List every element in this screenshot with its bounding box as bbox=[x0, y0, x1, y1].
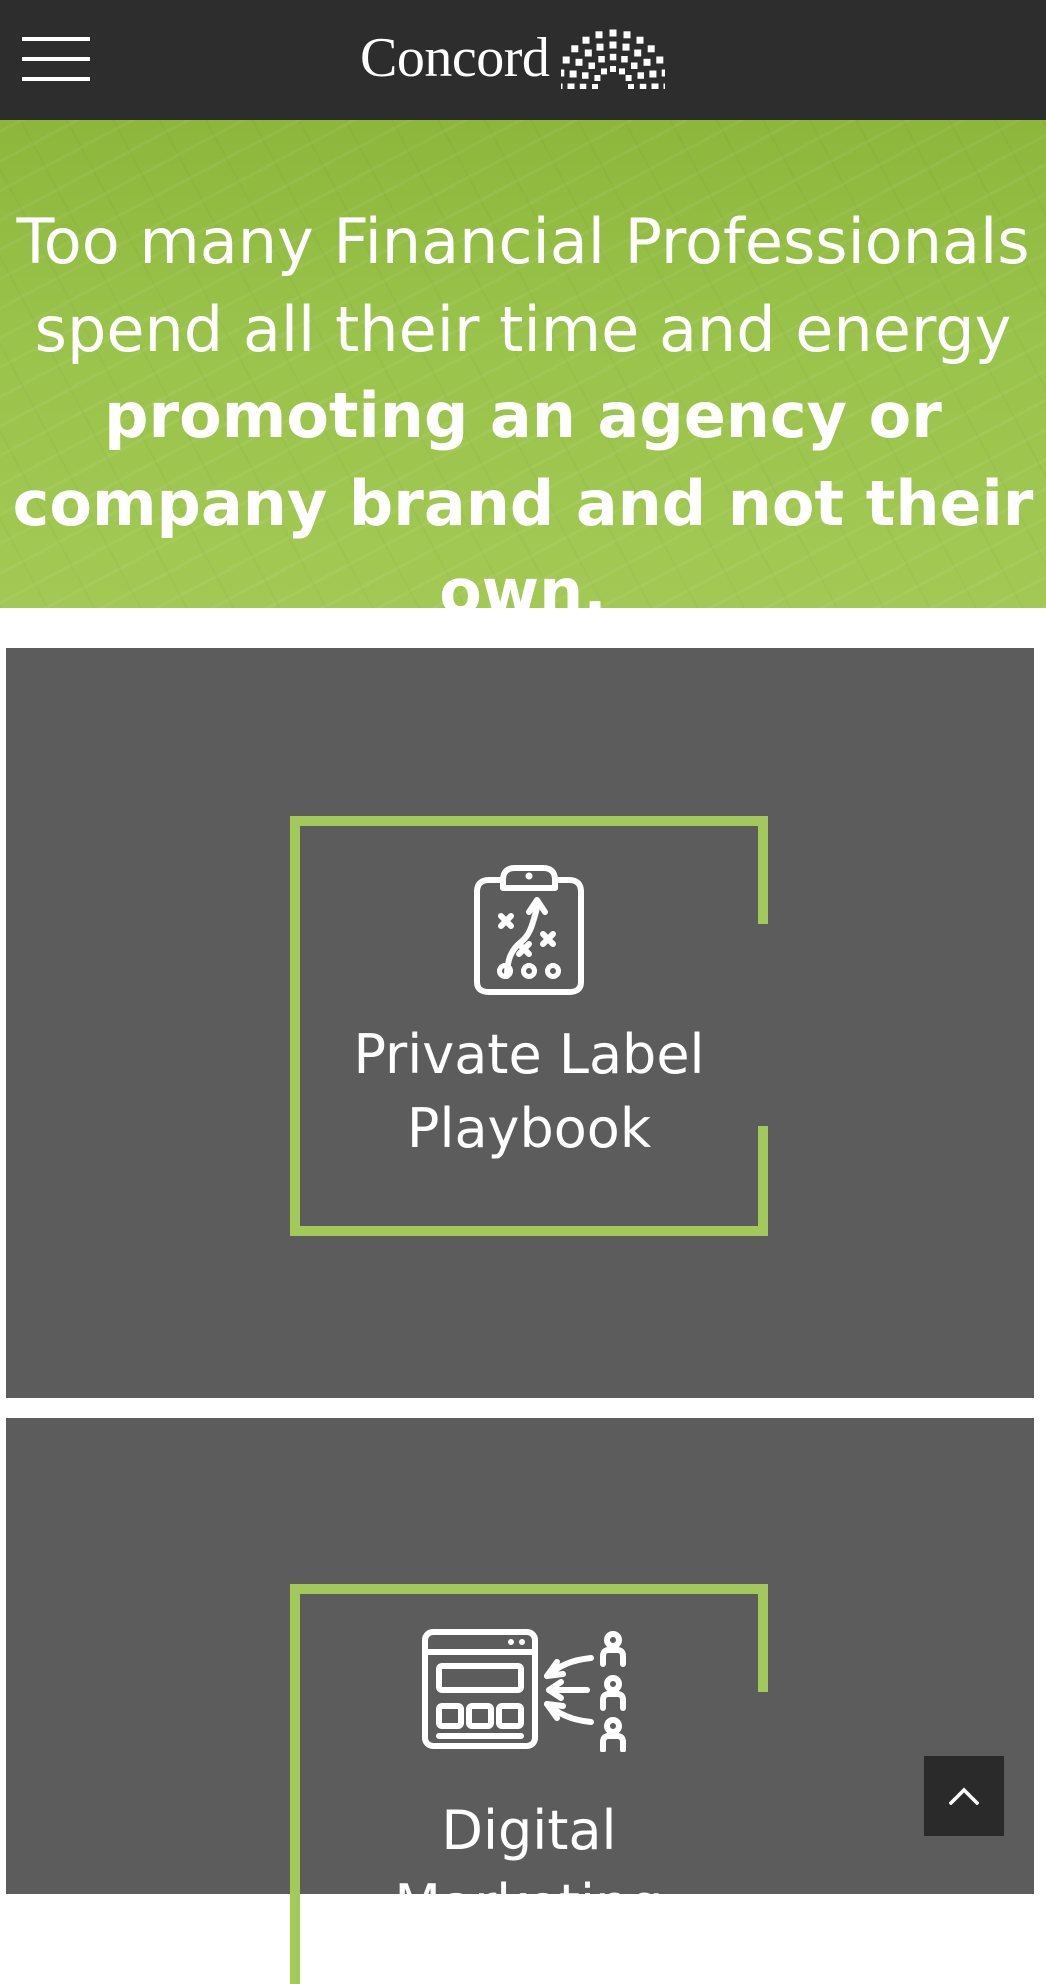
frame-accent-bottom bbox=[758, 1126, 768, 1236]
frame-accent-top bbox=[758, 816, 768, 924]
hero-text-bold: promoting an agency or company brand and… bbox=[0, 372, 1046, 636]
logo-dot bbox=[634, 49, 642, 57]
card-icon-wrap bbox=[300, 1628, 758, 1752]
card-icon-wrap bbox=[300, 864, 758, 996]
logo-dot bbox=[609, 41, 617, 49]
logo-dot bbox=[575, 58, 583, 66]
logo-dot bbox=[588, 62, 596, 69]
site-header: Concord bbox=[0, 0, 1046, 120]
logo-dot bbox=[631, 62, 638, 69]
logo-dot bbox=[563, 56, 571, 64]
logo-dot bbox=[567, 83, 575, 89]
hero-text-bold-span: promoting an agency or company brand and… bbox=[12, 379, 1034, 628]
back-to-top-button[interactable] bbox=[924, 1756, 1004, 1836]
logo-dot bbox=[640, 83, 647, 89]
logo-dot bbox=[598, 56, 606, 63]
logo-dot bbox=[636, 36, 644, 44]
logo-dot bbox=[651, 83, 659, 89]
logo-dot bbox=[571, 45, 579, 53]
card-title: Private Label Playbook bbox=[353, 1023, 705, 1160]
logo-dot bbox=[649, 70, 657, 78]
logo-dot bbox=[663, 83, 666, 89]
logo-dot bbox=[619, 68, 626, 75]
logo-dot bbox=[592, 84, 599, 89]
logo-dot bbox=[582, 72, 589, 79]
logo-dot bbox=[569, 70, 577, 78]
logo-dot bbox=[610, 53, 617, 61]
logo-dot bbox=[656, 56, 664, 64]
hero-text-light: Too many Financial Professionals spend a… bbox=[0, 198, 1046, 374]
logo-dot bbox=[623, 31, 631, 39]
browser-audience-icon bbox=[422, 1629, 626, 1752]
logo-dot bbox=[585, 49, 593, 57]
card-frame[interactable]: Digital Marketing bbox=[290, 1584, 768, 1984]
logo-dot bbox=[580, 83, 587, 89]
logo-dot bbox=[594, 75, 601, 81]
hero-text-light-span: Too many Financial Professionals spend a… bbox=[16, 205, 1030, 366]
logo-dot bbox=[637, 72, 645, 79]
hero-banner: Too many Financial Professionals spend a… bbox=[0, 120, 1046, 628]
logo-text: Concord bbox=[360, 27, 550, 89]
concord-logo[interactable]: Concord bbox=[360, 18, 666, 98]
logo-dot bbox=[643, 58, 651, 66]
logo-dot bbox=[622, 43, 630, 51]
logo-dot bbox=[561, 69, 565, 77]
card-digital-marketing: Digital Marketing bbox=[6, 1418, 1034, 1984]
card-title: Digital Marketing bbox=[394, 1799, 664, 1936]
logo-dot bbox=[596, 43, 604, 51]
clipboard-playbook-icon bbox=[474, 865, 584, 995]
card-frame[interactable]: Private Label Playbook bbox=[290, 816, 768, 1236]
frame-accent-top bbox=[758, 1584, 768, 1692]
logo-dot bbox=[628, 84, 635, 89]
logo-dot bbox=[601, 68, 608, 75]
logo-dot bbox=[582, 36, 590, 44]
sunburst-logo-icon bbox=[561, 29, 666, 89]
logo-dot bbox=[561, 83, 563, 89]
logo-dot bbox=[662, 69, 666, 77]
card-private-label-playbook: Private Label Playbook bbox=[6, 648, 1034, 1398]
hamburger-menu-icon[interactable] bbox=[22, 35, 90, 83]
logo-dot bbox=[621, 56, 629, 63]
chevron-up-icon bbox=[949, 1787, 979, 1805]
logo-dot bbox=[610, 66, 617, 72]
logo-dot bbox=[595, 31, 603, 39]
logo-dot bbox=[625, 75, 632, 81]
logo-dot bbox=[609, 29, 617, 37]
logo-dot bbox=[648, 45, 656, 53]
